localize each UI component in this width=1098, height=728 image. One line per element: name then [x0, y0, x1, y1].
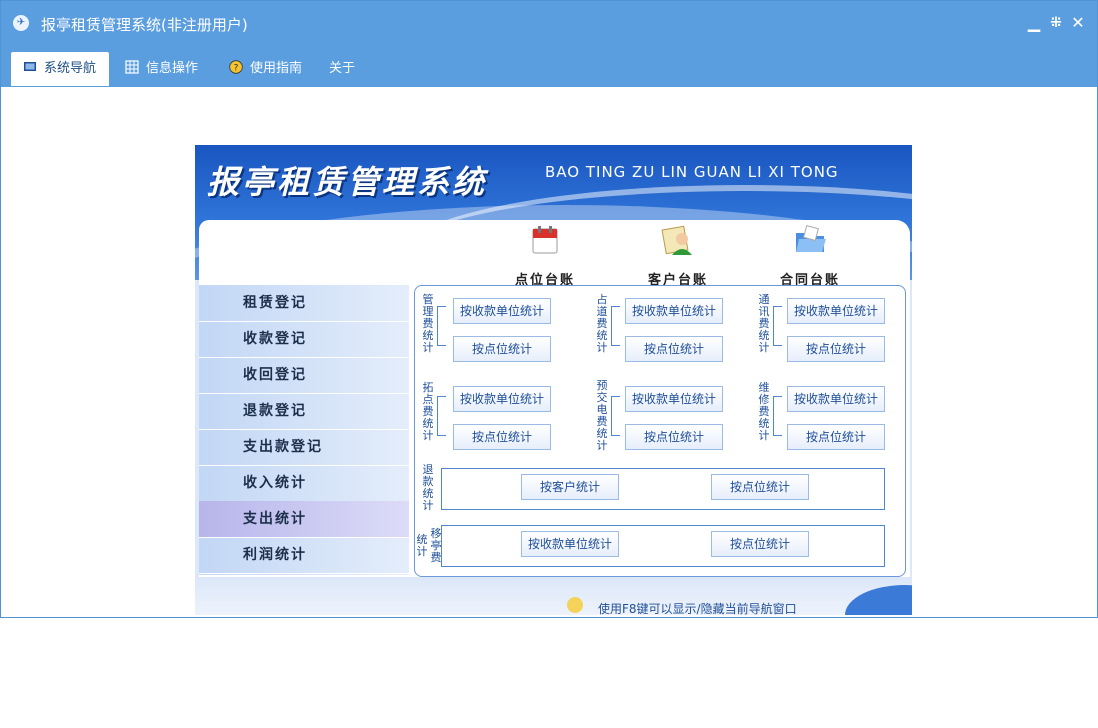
refund-by-customer-button[interactable]: 按客户统计	[521, 474, 619, 500]
tab-about[interactable]: 关于	[329, 52, 369, 86]
group-label-road-occupation-fee: 占道费统计	[596, 293, 608, 354]
navigation-panel: 报亭租赁管理系统 BAO TING ZU LIN GUAN LI XI TONG…	[195, 145, 912, 615]
menu-bar: 系统导航 信息操作 ? 使用指南 关于	[1, 46, 1097, 88]
sidebar-item-profit-statistics[interactable]: 利润统计	[199, 537, 409, 574]
tab-label: 系统导航	[44, 61, 97, 76]
quick-link-customer-ledger[interactable]: 客户台账	[633, 223, 723, 288]
restore-icon[interactable]: ⁜	[1047, 12, 1065, 34]
close-icon[interactable]: ✕	[1069, 12, 1087, 34]
sidebar: 租赁登记 收款登记 收回登记 退款登记 支出款登记 收入统计 支出统计 利润统计	[199, 285, 409, 575]
folder-icon	[796, 225, 826, 252]
group-bracket	[611, 396, 620, 436]
calendar-icon	[532, 226, 558, 254]
help-icon: ?	[229, 60, 243, 74]
sidebar-item-expense-registration[interactable]: 支出款登记	[199, 429, 409, 466]
maintenance-fee-by-location-button[interactable]: 按点位统计	[787, 424, 885, 450]
group-bracket	[773, 306, 782, 346]
tab-label: 关于	[329, 61, 356, 76]
monitor-icon	[24, 62, 36, 71]
management-fee-by-payee-button[interactable]: 按收款单位统计	[453, 298, 551, 324]
maintenance-fee-by-payee-button[interactable]: 按收款单位统计	[787, 386, 885, 412]
group-label-refund: 退款统计	[422, 463, 434, 512]
statistics-panel: 管理费统计 按收款单位统计 按点位统计 占道费统计 按收款单位统计 按点位统计 …	[414, 285, 906, 577]
sidebar-item-recovery-registration[interactable]: 收回登记	[199, 357, 409, 394]
sidebar-item-refund-registration[interactable]: 退款登记	[199, 393, 409, 430]
sidebar-item-label: 利润统计	[243, 547, 307, 563]
expansion-fee-by-payee-button[interactable]: 按收款单位统计	[453, 386, 551, 412]
communication-fee-by-payee-button[interactable]: 按收款单位统计	[787, 298, 885, 324]
road-fee-by-payee-button[interactable]: 按收款单位统计	[625, 298, 723, 324]
group-label-management-fee: 管理费统计	[422, 293, 434, 354]
move-fee-group-box	[441, 525, 885, 567]
sidebar-item-label: 退款登记	[243, 403, 307, 419]
tab-label: 信息操作	[146, 61, 199, 76]
sidebar-item-income-statistics[interactable]: 收入统计	[199, 465, 409, 502]
group-label-communication-fee: 通讯费统计	[758, 293, 770, 354]
sidebar-item-expense-statistics[interactable]: 支出统计	[199, 501, 409, 538]
quick-link-location-ledger[interactable]: 点位台账	[500, 223, 590, 288]
customer-icon	[661, 225, 692, 255]
tab-system-navigation[interactable]: 系统导航	[11, 52, 109, 86]
tab-info-operation[interactable]: 信息操作	[125, 52, 215, 86]
minimize-icon[interactable]: ▁	[1025, 12, 1043, 34]
expansion-fee-by-location-button[interactable]: 按点位统计	[453, 424, 551, 450]
sidebar-item-label: 租赁登记	[243, 295, 307, 311]
tip-text: 使用F8键可以显示/隐藏当前导航窗口	[598, 602, 797, 615]
grid-icon	[125, 60, 139, 74]
user-icon	[567, 597, 583, 613]
app-logo-subtitle: BAO TING ZU LIN GUAN LI XI TONG	[545, 163, 839, 181]
tip-bar	[195, 577, 912, 615]
group-bracket	[437, 396, 446, 436]
group-bracket	[773, 396, 782, 436]
group-bracket	[611, 306, 620, 346]
group-bracket	[437, 306, 446, 346]
app-logo-text: 报亭租赁管理系统	[207, 163, 488, 201]
tab-label: 使用指南	[250, 61, 303, 76]
management-fee-by-location-button[interactable]: 按点位统计	[453, 336, 551, 362]
group-label-maintenance-fee: 维修费统计	[758, 381, 770, 442]
sidebar-item-label: 收入统计	[243, 475, 307, 491]
sidebar-item-rental-registration[interactable]: 租赁登记	[199, 285, 409, 322]
sidebar-item-label: 收款登记	[243, 331, 307, 347]
sidebar-item-label: 支出款登记	[243, 439, 323, 455]
title-bar[interactable]: ✈ 报亭租赁管理系统(非注册用户) ▁ ⁜ ✕	[1, 1, 1097, 46]
sidebar-item-payment-registration[interactable]: 收款登记	[199, 321, 409, 358]
svg-text:?: ?	[234, 64, 239, 74]
group-label-move-fee-statistics: 统计	[416, 533, 428, 558]
move-fee-by-payee-button[interactable]: 按收款单位统计	[521, 531, 619, 557]
group-label-prepaid-electricity: 预交电费统计	[596, 379, 608, 452]
electricity-fee-by-payee-button[interactable]: 按收款单位统计	[625, 386, 723, 412]
app-logo-icon: ✈	[13, 15, 29, 31]
refund-by-location-button[interactable]: 按点位统计	[711, 474, 809, 500]
communication-fee-by-location-button[interactable]: 按点位统计	[787, 336, 885, 362]
quick-link-contract-ledger[interactable]: 合同台账	[765, 223, 855, 288]
sidebar-item-label: 支出统计	[243, 511, 307, 527]
road-fee-by-location-button[interactable]: 按点位统计	[625, 336, 723, 362]
move-fee-by-location-button[interactable]: 按点位统计	[711, 531, 809, 557]
window-title: 报亭租赁管理系统(非注册用户)	[41, 16, 248, 34]
group-label-expansion-fee: 拓点费统计	[422, 381, 434, 442]
electricity-fee-by-location-button[interactable]: 按点位统计	[625, 424, 723, 450]
refund-group-box	[441, 468, 885, 510]
tab-user-guide[interactable]: ? 使用指南	[229, 52, 319, 86]
sidebar-item-label: 收回登记	[243, 367, 307, 383]
